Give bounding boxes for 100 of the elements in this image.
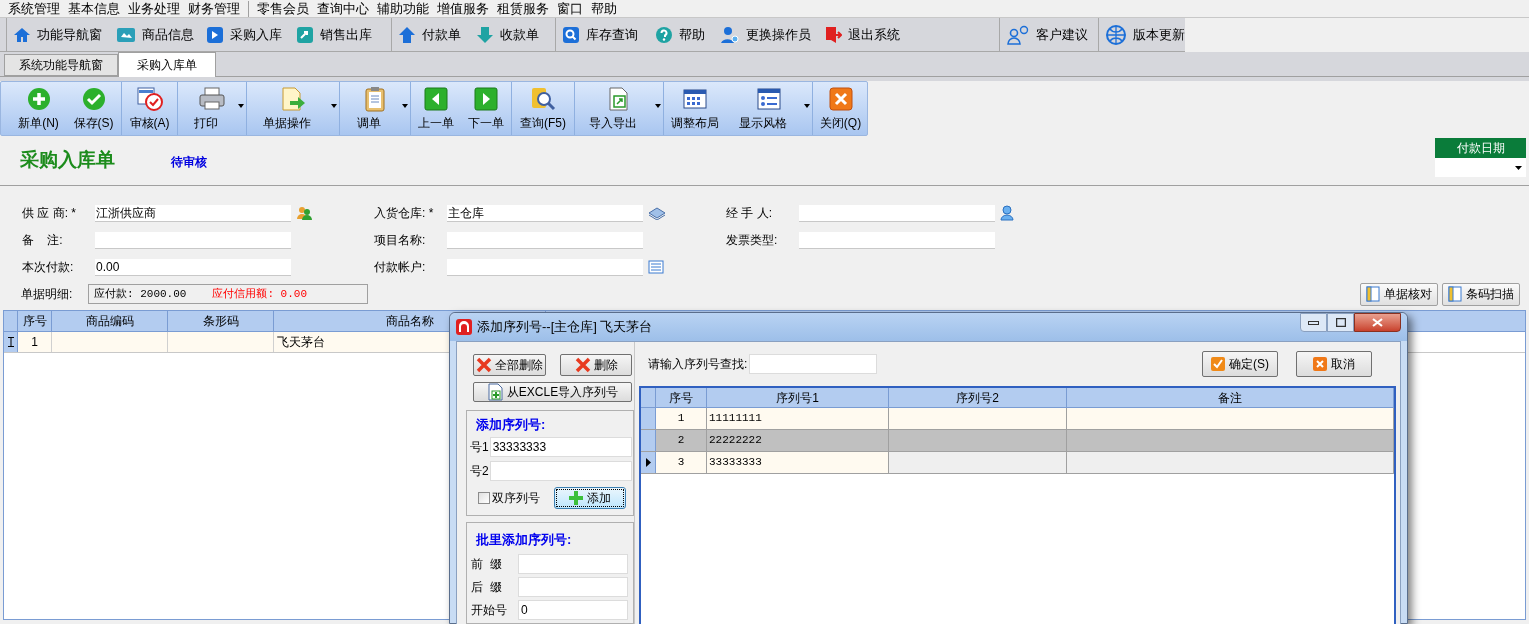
tab[interactable]: 系统功能导航窗 xyxy=(4,54,118,76)
row-header[interactable] xyxy=(641,452,656,473)
field-label: 发票类型: xyxy=(726,232,779,249)
toolbar-button[interactable]: 导入导出 xyxy=(575,82,663,135)
close-button[interactable] xyxy=(1354,313,1401,332)
menu-item[interactable]: 增值服务 xyxy=(437,0,489,19)
toolbar-button[interactable]: 功能导航窗 xyxy=(9,18,112,51)
menu-item[interactable]: 窗口 xyxy=(557,0,583,19)
date-dropdown[interactable] xyxy=(1435,158,1526,177)
toolbar-button[interactable]: 新单(N) xyxy=(11,82,66,135)
toolbar-button[interactable]: 查询(F5) xyxy=(512,82,574,135)
delete-all-button[interactable]: 全部删除 xyxy=(473,354,546,376)
menu-item[interactable]: 基本信息 xyxy=(68,0,120,19)
grid-row[interactable]: 1 11111111 xyxy=(641,408,1394,430)
table-cell: 22222222 xyxy=(707,430,889,451)
table-cell: 1 xyxy=(656,408,707,429)
add-button[interactable]: 添加 xyxy=(554,486,626,509)
group-title: 批里添加序列号: xyxy=(476,531,573,550)
clipboard-icon xyxy=(362,85,388,112)
toolbar-button[interactable]: 版本更新 xyxy=(1101,18,1193,51)
input-field[interactable]: 江浙供应商 xyxy=(95,204,291,222)
arrow-square-icon xyxy=(296,25,314,44)
column-header: 条形码 xyxy=(168,311,274,331)
menu-item[interactable]: 帮助 xyxy=(591,0,617,19)
window-style-icon xyxy=(756,85,782,112)
toolbar-button[interactable]: 收款单 xyxy=(472,18,553,51)
toolbar-button[interactable]: 关闭(Q) xyxy=(813,82,868,135)
toolbar-button[interactable]: 调单 xyxy=(340,82,410,135)
payable-amount: 应付款: 2000.00 xyxy=(94,286,187,302)
toolbar-button[interactable]: 商品信息 xyxy=(112,18,202,51)
input-field[interactable]: 0 xyxy=(518,599,628,620)
toolbar-button[interactable]: 单据操作 xyxy=(247,82,339,135)
search-icon xyxy=(562,25,580,44)
toolbar-button[interactable]: 上一单 xyxy=(411,82,461,135)
document-title: 采购入库单 xyxy=(20,148,115,173)
toolbar-button[interactable]: 库存查询 xyxy=(558,18,651,51)
down-arrow-icon xyxy=(476,25,494,44)
menu-item[interactable]: 业务处理 xyxy=(128,0,180,19)
toolbar-button[interactable]: 采购入库 xyxy=(202,18,292,51)
column-header: 序号 xyxy=(18,311,52,331)
field-label: 入货仓库: * xyxy=(374,205,435,222)
menu-item[interactable]: 系统管理 xyxy=(8,0,60,19)
check-icon xyxy=(1211,357,1225,371)
checkbox[interactable] xyxy=(478,491,490,504)
plus-icon xyxy=(25,85,52,112)
toolbar-button[interactable]: 付款单 xyxy=(394,18,472,51)
toolbar-button[interactable]: 客户建议 xyxy=(1002,18,1096,51)
column-header: 序列号2 xyxy=(889,388,1067,407)
row-header[interactable] xyxy=(4,332,18,352)
table-cell: 33333333 xyxy=(707,452,889,473)
field-label: 号1 xyxy=(470,438,489,456)
input-field[interactable] xyxy=(489,460,632,481)
user-chat-icon xyxy=(1006,24,1030,45)
grid-row[interactable]: 2 22222222 xyxy=(641,430,1394,452)
magnifier-icon xyxy=(529,85,557,112)
toolbar-button[interactable]: 更换操作员 xyxy=(716,18,820,51)
tab[interactable]: 采购入库单 xyxy=(118,52,216,77)
toolbar-button[interactable]: 下一单 xyxy=(461,82,511,135)
input-field[interactable] xyxy=(518,553,628,574)
input-field[interactable] xyxy=(95,231,291,249)
check-icon xyxy=(80,85,107,112)
toolbar-button[interactable]: 审核(A) xyxy=(122,82,177,135)
menu-item[interactable]: 查询中心 xyxy=(317,0,369,19)
input-field[interactable] xyxy=(447,258,643,276)
input-field[interactable]: 0.00 xyxy=(95,258,291,276)
import-excel-button[interactable]: 从EXCLE导入序列号 xyxy=(473,382,632,403)
menu-item[interactable]: 零售会员 xyxy=(257,0,309,19)
toolbar-button[interactable]: 销售出库 xyxy=(292,18,389,51)
toolbar-button[interactable]: 单据核对 xyxy=(1360,282,1438,306)
input-field[interactable] xyxy=(799,204,995,222)
toolbar-button[interactable]: 条码扫描 xyxy=(1442,282,1520,306)
cancel-button[interactable]: 取消 xyxy=(1296,351,1372,377)
restore-button[interactable] xyxy=(1327,313,1354,332)
confirm-button[interactable]: 确定(S) xyxy=(1202,351,1278,377)
column-header: 备注 xyxy=(1067,388,1394,407)
menu-item[interactable]: 辅助功能 xyxy=(377,0,429,19)
table-cell: 11111111 xyxy=(707,408,889,429)
toolbar-button[interactable]: 保存(S) xyxy=(66,82,121,135)
search-field[interactable] xyxy=(749,354,878,374)
app-icon xyxy=(456,319,472,335)
grid-row[interactable]: 3 33333333 xyxy=(641,452,1394,474)
delete-button[interactable]: 删除 xyxy=(560,354,632,376)
menu-item[interactable]: 财务管理 xyxy=(188,0,240,19)
close-icon xyxy=(1372,318,1383,327)
input-field[interactable] xyxy=(518,576,628,597)
menu-item[interactable]: 租赁服务 xyxy=(497,0,549,19)
toolbar-button[interactable]: 帮助 xyxy=(651,18,716,51)
input-field[interactable] xyxy=(799,231,995,249)
input-field[interactable]: 主仓库 xyxy=(447,204,643,222)
toolbar-button[interactable]: 调整布局 xyxy=(664,82,726,135)
caret-icon xyxy=(1515,165,1522,170)
toolbar-button[interactable]: 打印 xyxy=(178,82,246,135)
minimize-button[interactable] xyxy=(1300,313,1327,332)
toolbar-button[interactable]: 退出系统 xyxy=(820,18,997,51)
input-field[interactable]: 33333333 xyxy=(489,436,632,457)
input-field[interactable] xyxy=(447,231,643,249)
restore-icon xyxy=(1335,318,1346,327)
toolbar-button[interactable]: 显示风格 xyxy=(726,82,812,135)
credit-amount: 应付信用额: 0.00 xyxy=(212,286,308,302)
column-header: 付款日期 xyxy=(1435,138,1526,158)
